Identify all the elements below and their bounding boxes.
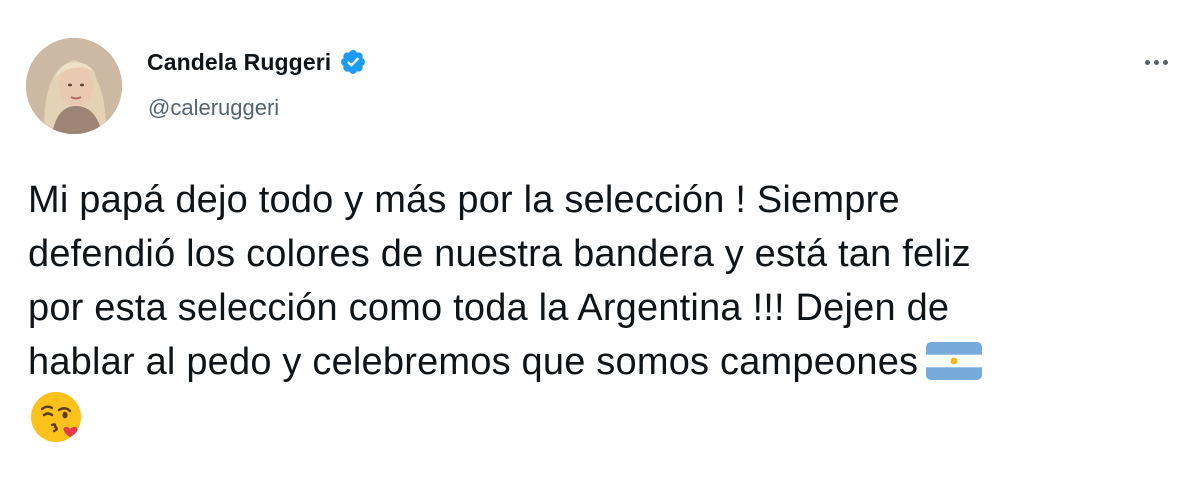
tweet-text: Mi papá dejo todo y más por la selección… [28, 173, 1178, 445]
display-name[interactable]: Candela Ruggeri [147, 49, 331, 76]
more-dot [1162, 59, 1168, 65]
tweet-line: por esta selección como toda la Argentin… [28, 287, 950, 329]
tweet-line: hablar al pedo y celebremos que somos ca… [28, 341, 919, 383]
verified-badge-icon [339, 48, 367, 76]
avatar[interactable] [26, 38, 122, 134]
face-blowing-kiss-icon [28, 389, 84, 445]
more-dot [1153, 59, 1159, 65]
name-row: Candela Ruggeri [147, 48, 367, 76]
tweet-card: Candela Ruggeri @caleruggeri Mi papá dej… [0, 0, 1200, 478]
avatar-image [26, 38, 122, 134]
tweet-line: defendió los colores de nuestra bandera … [28, 233, 971, 275]
more-dot [1144, 59, 1150, 65]
argentina-flag-icon [926, 341, 983, 380]
tweet-line: Mi papá dejo todo y más por la selección… [28, 179, 900, 221]
user-handle[interactable]: @caleruggeri [148, 95, 279, 121]
more-options-icon[interactable] [1136, 50, 1176, 74]
tweet-line-last: hablar al pedo y celebremos que somos ca… [28, 335, 1178, 389]
